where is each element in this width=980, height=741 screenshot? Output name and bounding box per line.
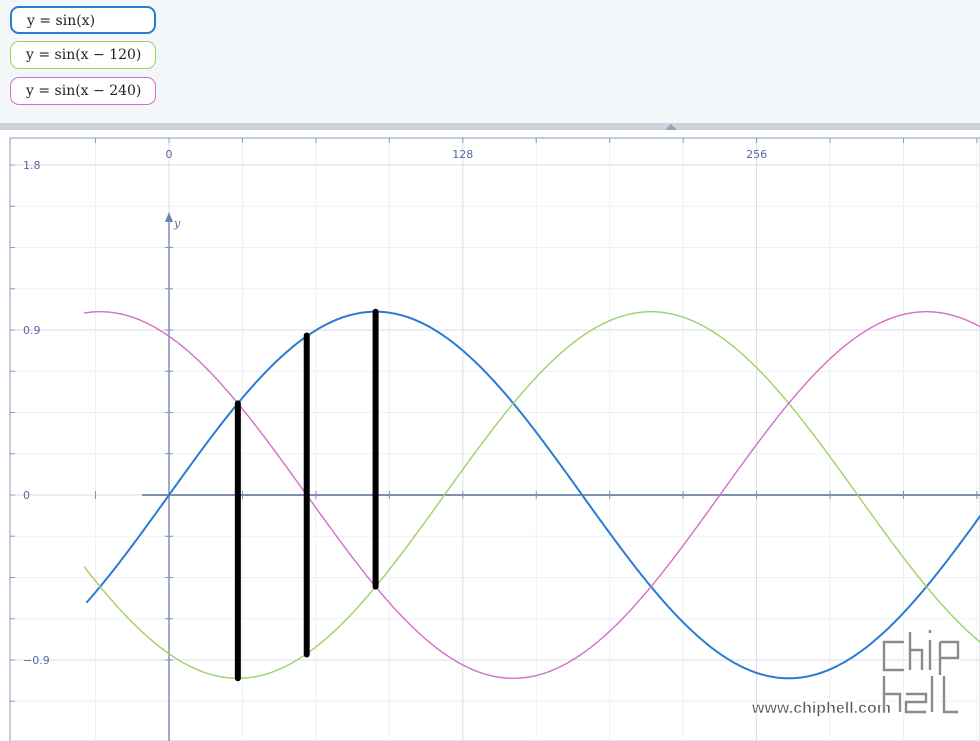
x-tick-label: 128 [452, 148, 473, 161]
y-tick-label: 1.8 [23, 159, 41, 172]
expression-panel: y = sin(x) y = sin(x − 120) y = sin(x − … [0, 0, 980, 124]
expression-3-input[interactable]: y = sin(x − 240) [10, 77, 156, 105]
graph-canvas[interactable]: 0 128 256 1.8 0.9 0 −0.9 y www.chiphell.com [0, 130, 980, 741]
x-tick-label: 256 [746, 148, 767, 161]
y-tick-label: 0.9 [23, 324, 41, 337]
panel-splitter[interactable] [0, 123, 980, 130]
expression-2-input[interactable]: y = sin(x − 120) [10, 41, 156, 69]
x-tick-label: 0 [166, 148, 173, 161]
y-tick-label: −0.9 [23, 654, 50, 667]
watermark-text: www.chiphell.com [751, 700, 891, 717]
expression-1-input[interactable]: y = sin(x) [10, 6, 156, 34]
y-tick-label: 0 [23, 489, 30, 502]
y-axis-label: y [173, 217, 181, 230]
graph-background [0, 130, 980, 741]
